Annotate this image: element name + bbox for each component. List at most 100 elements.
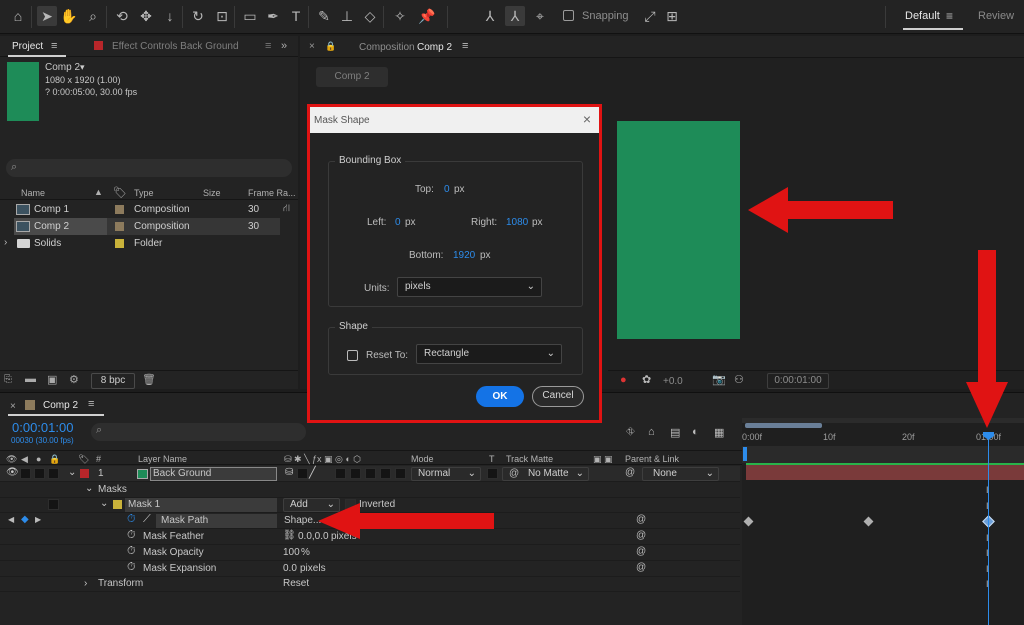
mask-name-field[interactable]: Mask 1 bbox=[125, 498, 277, 512]
label-color-swatch[interactable] bbox=[115, 205, 124, 214]
axis-view-icon[interactable]: ⌖ bbox=[530, 6, 550, 26]
solo-switch-icon[interactable]: ● bbox=[36, 454, 41, 464]
effects-switch[interactable] bbox=[335, 468, 346, 479]
layer-row[interactable]: 👁 ⌄ 1 Back Ground ⛁ ╱ Normal ⌄ @ No Matt… bbox=[0, 466, 740, 482]
parent-pickwhip-icon[interactable]: @ bbox=[625, 467, 635, 478]
layer-duration-bar[interactable] bbox=[746, 465, 1024, 480]
exposure-reset-icon[interactable]: ✿ bbox=[642, 373, 651, 386]
timeline-search-input[interactable] bbox=[91, 423, 306, 441]
puppet-pin-tool-icon[interactable]: 📌 bbox=[417, 6, 437, 26]
solid-layer-preview[interactable] bbox=[617, 121, 740, 339]
composition-tab-prefix[interactable]: Composition bbox=[359, 42, 415, 53]
snap-feature-icon[interactable]: ⊞ bbox=[662, 6, 682, 26]
masks-group-row[interactable]: ⌄ Masks bbox=[0, 482, 740, 498]
collapse-chevron-icon[interactable]: ⌄ bbox=[85, 483, 93, 494]
frame-blend-switch[interactable] bbox=[350, 468, 361, 479]
work-area-start-handle[interactable] bbox=[743, 447, 747, 461]
label-header-icon[interactable]: 🏷 bbox=[78, 454, 89, 465]
expand-chevron-icon[interactable]: › bbox=[84, 578, 87, 589]
timeline-menu-icon[interactable]: ≡ bbox=[88, 398, 94, 410]
lock-switch-icon[interactable]: 🔒 bbox=[49, 454, 60, 465]
parent-dropdown[interactable]: None ⌄ bbox=[642, 467, 719, 481]
channel-rgb-icon[interactable]: ● bbox=[620, 374, 627, 386]
audio-switch-icon[interactable]: ◀ bbox=[21, 454, 28, 465]
composition-menu-icon[interactable]: ≡ bbox=[462, 40, 468, 52]
label-column-icon[interactable]: 🏷 bbox=[113, 186, 127, 199]
rotation-tool-icon[interactable]: ↻ bbox=[188, 6, 208, 26]
dialog-title-bar[interactable]: Mask Shape × bbox=[310, 107, 599, 133]
stopwatch-icon[interactable]: ⏱ bbox=[127, 561, 136, 574]
stopwatch-icon[interactable]: ⏱ bbox=[127, 545, 136, 558]
graph-editor-icon[interactable]: ▦ bbox=[714, 426, 724, 439]
snapshot-icon[interactable]: 📷 bbox=[712, 373, 726, 386]
right-value[interactable]: 1080 bbox=[506, 217, 528, 228]
panel-expand-icon[interactable]: » bbox=[281, 40, 287, 52]
top-value[interactable]: 0 bbox=[444, 184, 450, 195]
lock-icon[interactable]: 🔒 bbox=[325, 41, 336, 52]
column-frame-rate[interactable]: Frame Ra... bbox=[248, 188, 296, 198]
mask-path-shape-link[interactable]: Shape... bbox=[284, 515, 321, 526]
adjustment-switch[interactable] bbox=[380, 468, 391, 479]
expand-chevron-icon[interactable]: › bbox=[4, 237, 7, 248]
comp-timecode[interactable]: 0:00:01:00 bbox=[767, 373, 829, 389]
clone-stamp-tool-icon[interactable]: ⊥ bbox=[337, 6, 357, 26]
effect-controls-menu-icon[interactable]: ≡ bbox=[265, 40, 271, 52]
selection-tool-icon[interactable]: ➤ bbox=[37, 6, 57, 26]
stopwatch-icon[interactable]: ⏱ bbox=[127, 513, 136, 526]
interpret-footage-icon[interactable]: ⎘ bbox=[4, 374, 12, 385]
project-menu-icon[interactable]: ≡ bbox=[51, 40, 57, 52]
prev-keyframe-icon[interactable]: ◀ bbox=[8, 515, 14, 524]
label-color-swatch[interactable] bbox=[115, 222, 124, 231]
project-settings-icon[interactable]: ⚙ bbox=[69, 373, 79, 386]
visibility-eye-icon[interactable]: 👁 bbox=[6, 467, 19, 478]
preserve-transparency-toggle[interactable] bbox=[487, 468, 498, 479]
property-pickwhip-icon[interactable]: @ bbox=[636, 514, 646, 525]
mask-expansion-row[interactable]: ⏱ Mask Expansion 0.0 pixels @ bbox=[0, 561, 740, 577]
project-search-input[interactable] bbox=[6, 159, 292, 177]
eraser-tool-icon[interactable]: ◇ bbox=[360, 6, 380, 26]
label-color-swatch[interactable] bbox=[115, 239, 124, 248]
close-icon[interactable]: × bbox=[583, 111, 591, 127]
transform-reset-link[interactable]: Reset bbox=[283, 578, 309, 589]
close-tab-icon[interactable]: × bbox=[309, 41, 315, 52]
reset-shape-dropdown[interactable]: Rectangle ⌄ bbox=[416, 344, 562, 364]
column-type[interactable]: Type bbox=[134, 188, 154, 198]
rectangle-tool-icon[interactable]: ▭ bbox=[240, 6, 260, 26]
next-keyframe-icon[interactable]: ▶ bbox=[35, 515, 41, 524]
project-item-comp-2[interactable]: Comp 2 Composition 30 bbox=[0, 218, 280, 235]
axis-world-icon[interactable]: ⅄ bbox=[505, 6, 525, 26]
current-time-display[interactable]: 0:00:01:00 bbox=[12, 420, 73, 435]
units-dropdown[interactable]: pixels ⌄ bbox=[397, 277, 542, 297]
mask-opacity-row[interactable]: ⏱ Mask Opacity 100 % @ bbox=[0, 545, 740, 561]
transform-group-row[interactable]: › Transform Reset bbox=[0, 576, 740, 592]
home-icon[interactable]: ⌂ bbox=[8, 6, 28, 26]
bottom-value[interactable]: 1920 bbox=[453, 250, 475, 261]
graph-icon[interactable]: ⟋ bbox=[143, 513, 151, 526]
time-navigator-bar[interactable] bbox=[745, 423, 822, 428]
property-pickwhip-icon[interactable]: @ bbox=[636, 546, 646, 557]
project-tab[interactable]: Project bbox=[12, 41, 43, 52]
video-switch-icon[interactable]: 👁 bbox=[6, 454, 17, 465]
timeline-tab-name[interactable]: Comp 2 bbox=[43, 400, 78, 411]
new-composition-icon[interactable]: ▣ bbox=[47, 373, 57, 386]
collapse-chevron-icon[interactable]: ⌄ bbox=[100, 498, 108, 509]
column-name[interactable]: Name bbox=[21, 188, 45, 198]
cancel-button[interactable]: Cancel bbox=[532, 386, 584, 407]
show-snapshot-icon[interactable]: ⚇ bbox=[734, 373, 744, 386]
property-pickwhip-icon[interactable]: @ bbox=[636, 530, 646, 541]
reset-to-checkbox[interactable] bbox=[347, 350, 358, 361]
frame-blending-icon[interactable]: ▤ bbox=[670, 426, 680, 439]
mask-opacity-value[interactable]: 100 bbox=[283, 547, 300, 558]
project-item-comp-1[interactable]: Comp 1 Composition 30 ⛙ bbox=[0, 201, 290, 218]
matte-pickwhip-icon[interactable]: @ bbox=[509, 468, 519, 479]
track-matte-dropdown[interactable]: @ No Matte ⌄ bbox=[502, 467, 589, 481]
layer-label-color[interactable] bbox=[80, 469, 89, 478]
3d-layer-switch[interactable] bbox=[395, 468, 406, 479]
motion-blur-switch[interactable] bbox=[365, 468, 376, 479]
text-tool-icon[interactable]: T bbox=[286, 6, 306, 26]
property-pickwhip-icon[interactable]: @ bbox=[636, 562, 646, 573]
selected-item-dropdown-icon[interactable]: ▾ bbox=[80, 62, 85, 73]
composition-flowchart-icon[interactable]: ⛗ bbox=[626, 426, 635, 439]
mask-expansion-value[interactable]: 0.0 bbox=[283, 563, 297, 574]
trash-icon[interactable]: 🗑 bbox=[142, 373, 156, 386]
